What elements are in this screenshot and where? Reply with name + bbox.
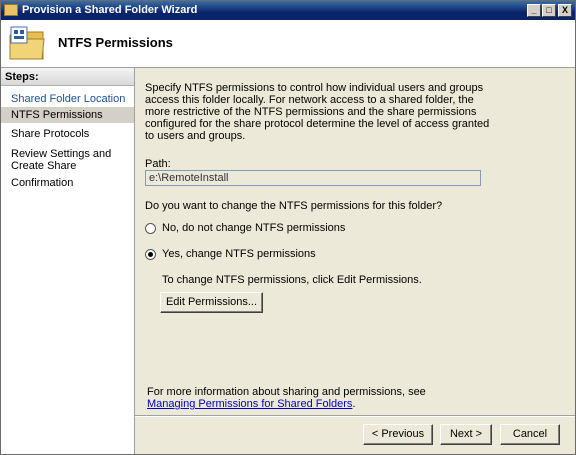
path-field: e:\RemoteInstall — [145, 170, 481, 186]
maximize-button[interactable]: □ — [542, 4, 556, 17]
edit-permissions-button[interactable]: Edit Permissions... — [160, 292, 263, 313]
option-no-label: No, do not change NTFS permissions — [162, 222, 346, 234]
steps-heading-label: Steps: — [5, 71, 39, 83]
edit-hint-text: To change NTFS permissions, click Edit P… — [162, 274, 422, 286]
step-ntfs-permissions[interactable]: NTFS Permissions — [1, 107, 134, 123]
title-bar[interactable]: Provision a Shared Folder Wizard _ □ X — [1, 1, 575, 20]
content-pane: Specify NTFS permissions to control how … — [135, 68, 575, 415]
info-text: For more information about sharing and p… — [147, 386, 477, 410]
cancel-button[interactable]: Cancel — [500, 424, 560, 445]
close-button[interactable]: X — [558, 4, 572, 17]
step-share-protocols[interactable]: Share Protocols — [1, 126, 134, 142]
steps-pane: Steps: Shared Folder Location NTFS Permi… — [1, 68, 135, 454]
step-confirmation[interactable]: Confirmation — [1, 175, 134, 191]
window-title: Provision a Shared Folder Wizard — [22, 4, 198, 16]
permissions-help-link[interactable]: Managing Permissions for Shared Folders — [147, 398, 352, 410]
option-no-radio[interactable] — [145, 222, 156, 234]
description-text: Specify NTFS permissions to control how … — [145, 82, 490, 142]
wizard-header: NTFS Permissions — [1, 20, 575, 68]
option-yes-radio[interactable] — [145, 248, 156, 260]
info-prefix: For more information about sharing and p… — [147, 386, 426, 398]
info-suffix: . — [352, 398, 356, 410]
previous-button[interactable]: < Previous — [363, 424, 433, 445]
minimize-button[interactable]: _ — [527, 4, 541, 17]
wizard-window: Provision a Shared Folder Wizard _ □ X N… — [0, 0, 576, 455]
footer-divider — [135, 415, 575, 417]
step-shared-folder-location[interactable]: Shared Folder Location — [1, 91, 134, 107]
next-button[interactable]: Next > — [440, 424, 492, 445]
question-text: Do you want to change the NTFS permissio… — [145, 200, 443, 212]
app-folder-icon — [4, 4, 18, 16]
path-label: Path: — [145, 158, 171, 170]
page-title: NTFS Permissions — [58, 35, 173, 50]
option-yes-label: Yes, change NTFS permissions — [162, 248, 316, 260]
step-review-settings[interactable]: Review Settings and Create Share — [1, 146, 134, 174]
option-yes-row[interactable]: Yes, change NTFS permissions — [145, 248, 316, 260]
folder-icon — [9, 26, 45, 60]
steps-heading: Steps: — [1, 68, 134, 86]
option-no-row[interactable]: No, do not change NTFS permissions — [145, 222, 345, 234]
